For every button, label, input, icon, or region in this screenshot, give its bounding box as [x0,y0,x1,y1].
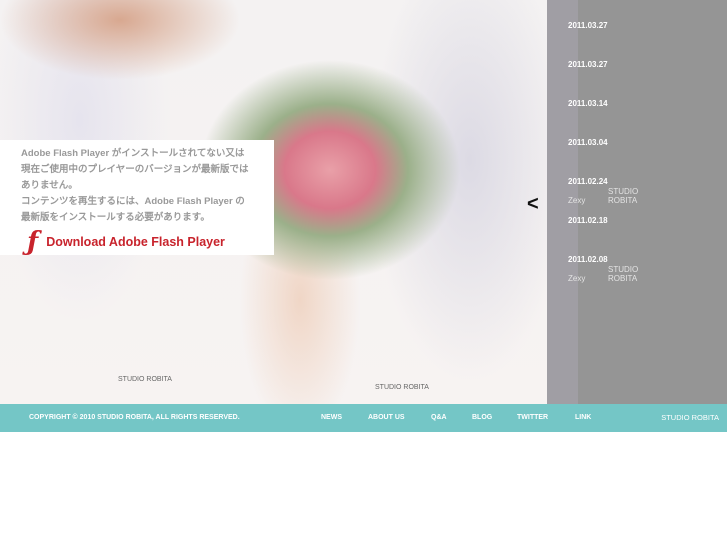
news-item[interactable]: 2011.03.14 [568,99,608,108]
nav-twitter[interactable]: TWITTER [517,414,548,421]
chevron-left-icon[interactable]: < [527,193,539,216]
photo-caption: STUDIO ROBITA [375,384,429,391]
news-item[interactable]: 2011.03.27 [568,60,608,69]
download-flash-link[interactable]: ƒ Download Adobe Flash Player [27,227,225,257]
copyright: COPYRIGHT © 2010 STUDIO ROBITA, ALL RIGH… [29,414,240,421]
news-item[interactable]: 2011.02.18 [568,216,608,225]
footer: COPYRIGHT © 2010 STUDIO ROBITA, ALL RIGH… [0,404,727,432]
news-item[interactable]: 2011.03.27 [568,21,608,30]
nav-news[interactable]: NEWS [321,414,342,421]
nav-about-us[interactable]: ABOUT US [368,414,405,421]
flash-notice: Adobe Flash Player がインストールされてない又は 現在ご使用中の… [0,140,274,255]
photo-caption: STUDIO ROBITA [118,376,172,383]
nav-link[interactable]: LINK [575,414,591,421]
flash-logo-icon: ƒ [27,227,39,257]
nav-qa[interactable]: Q&A [431,414,447,421]
news-item[interactable]: 2011.02.08 ZexySTUDIO ROBITA [568,255,648,283]
footer-brand: STUDIO ROBITA [661,413,719,422]
news-item[interactable]: 2011.03.04 [568,138,608,147]
news-item[interactable]: 2011.02.24 ZexySTUDIO ROBITA [568,177,648,205]
flash-notice-text: Adobe Flash Player がインストールされてない又は 現在ご使用中の… [21,148,249,223]
nav-blog[interactable]: BLOG [472,414,492,421]
